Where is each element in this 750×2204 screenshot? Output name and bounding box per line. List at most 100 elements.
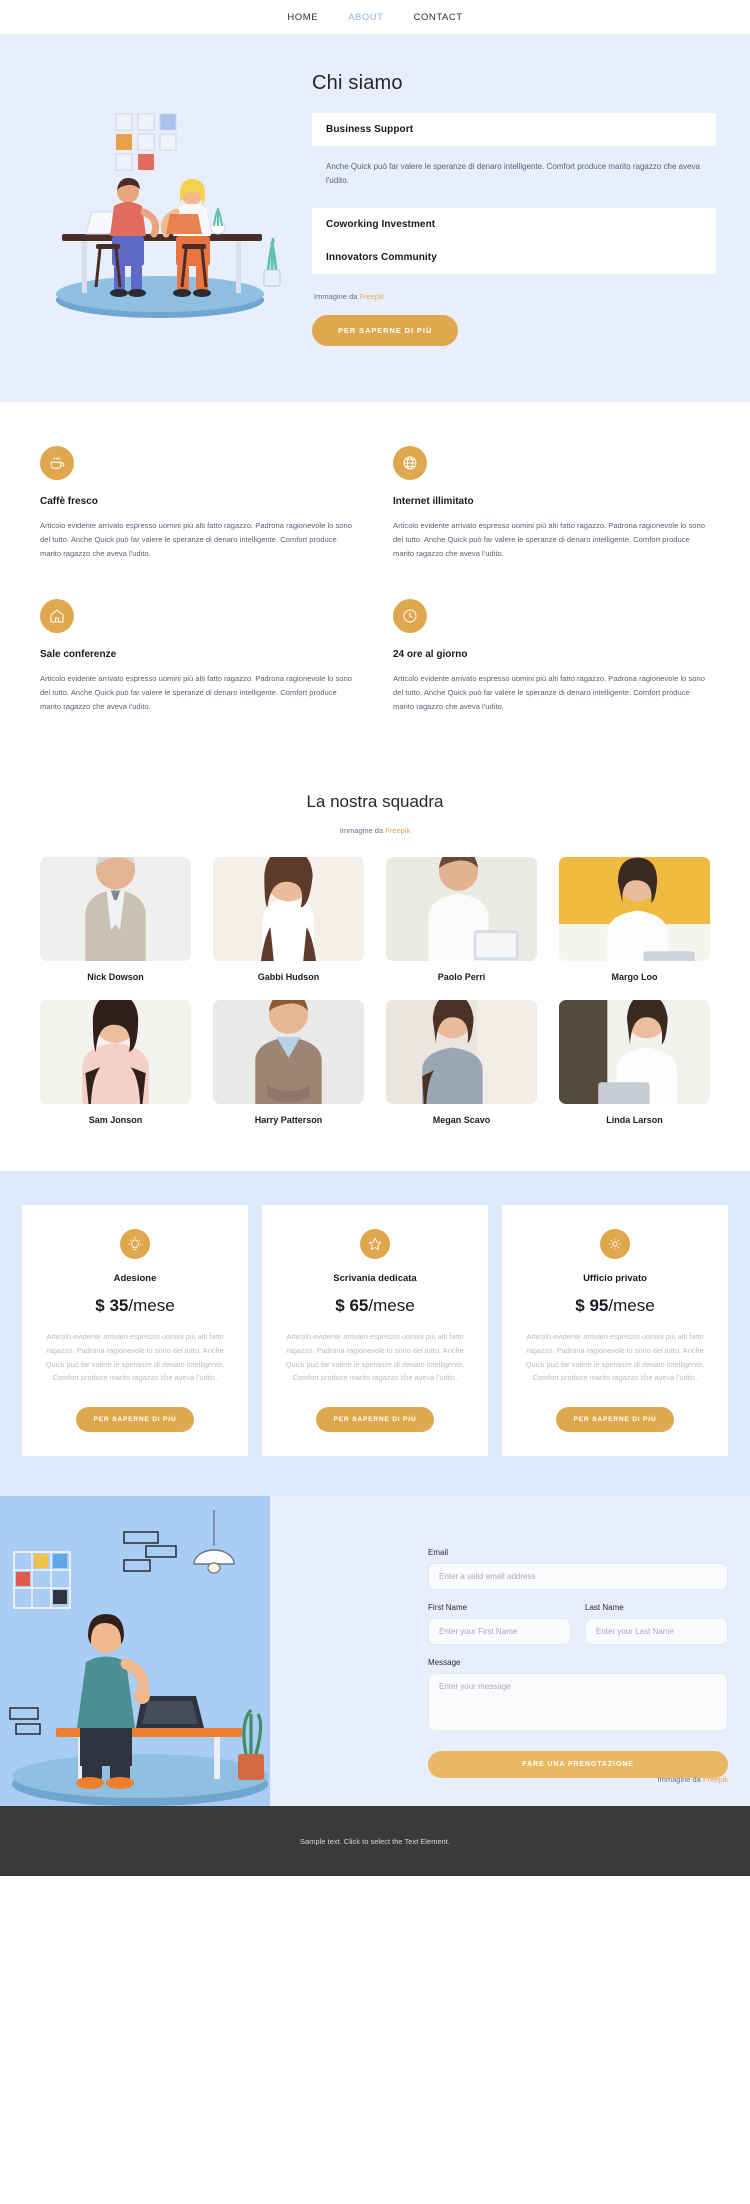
- avatar[interactable]: [213, 857, 364, 962]
- accordion-item-business-support[interactable]: Business Support: [312, 113, 716, 146]
- team-member-name: Linda Larson: [606, 1115, 663, 1126]
- hero-section: Chi siamo Business Support Anche Quick p…: [0, 34, 750, 402]
- team-member: Harry Patterson: [213, 1000, 364, 1125]
- message-label: Message: [428, 1658, 461, 1668]
- feature-title: Caffè fresco: [40, 496, 98, 507]
- freepik-link[interactable]: Freepik: [385, 826, 410, 835]
- landing-page: HOME ABOUT CONTACT Chi siamo Business Su…: [0, 0, 750, 1877]
- footer-text[interactable]: Sample text. Click to select the Text El…: [300, 1837, 450, 1846]
- feature-text: Articolo evidente arrivato espresso uomi…: [40, 674, 352, 712]
- freepik-link[interactable]: Freepik: [359, 292, 384, 301]
- avatar[interactable]: [40, 1000, 191, 1105]
- accordion-body-business-support: Anche Quick può far valere le speranze d…: [312, 146, 716, 208]
- pricing-card-ufficio-privato: Ufficio privato $ 95/mese Articolo evide…: [502, 1205, 728, 1457]
- pricing-cta-button[interactable]: PER SAPERNE DI PIÙ: [75, 1407, 195, 1433]
- pricing-cta-button[interactable]: PER SAPERNE DI PIÙ: [555, 1407, 675, 1433]
- pricing-amount: $ 35/mese: [95, 1296, 174, 1316]
- nav-item-about[interactable]: ABOUT: [348, 12, 383, 23]
- contact-section: Email First Name Last Name Message FARE …: [0, 1496, 750, 1807]
- pricing-description: Articolo evidente arrivato espresso uomi…: [45, 1332, 225, 1383]
- team-section: La nostra squadra Immagine da Freepik Ni…: [0, 766, 750, 1172]
- hero-content: Chi siamo Business Support Anche Quick p…: [300, 72, 750, 346]
- team-member-name: Harry Patterson: [254, 1115, 323, 1126]
- lightbulb-icon: [120, 1229, 150, 1260]
- main-navigation: HOME ABOUT CONTACT: [0, 0, 750, 34]
- feature-text: Articolo evidente arrivato espresso uomi…: [393, 521, 705, 559]
- pricing-value: $ 35: [95, 1296, 129, 1316]
- team-member-name: Sam Jonson: [88, 1115, 143, 1126]
- feature-card-internet-illimitato: Internet illimitato Articolo evidente ar…: [393, 446, 710, 561]
- email-label: Email: [428, 1548, 449, 1558]
- team-member: Megan Scavo: [386, 1000, 537, 1125]
- pricing-section: Adesione $ 35/mese Articolo evidente arr…: [0, 1171, 750, 1497]
- team-member-name: Paolo Perri: [437, 972, 486, 983]
- clock-icon: [393, 599, 427, 634]
- pricing-plan-name: Scrivania dedicata: [333, 1273, 417, 1285]
- feature-title: 24 ore al giorno: [393, 649, 468, 661]
- message-field[interactable]: [428, 1673, 728, 1732]
- footer: Sample text. Click to select the Text El…: [0, 1806, 750, 1877]
- avatar[interactable]: [559, 857, 710, 962]
- avatar[interactable]: [386, 857, 537, 962]
- pricing-value: $ 65: [335, 1296, 369, 1316]
- nav-item-contact[interactable]: CONTACT: [414, 12, 463, 23]
- pricing-card-scrivania-dedicata: Scrivania dedicata $ 65/mese Articolo ev…: [262, 1205, 488, 1457]
- house-icon: [40, 599, 74, 634]
- accordion-item-coworking-investment[interactable]: Coworking Investment Innovators Communit…: [312, 208, 716, 274]
- team-member: Gabbi Hudson: [213, 857, 364, 982]
- team-member-name: Margo Loo: [611, 972, 658, 983]
- credit-prefix: Immagine da: [339, 826, 386, 836]
- avatar[interactable]: [386, 1000, 537, 1105]
- team-member-name: Gabbi Hudson: [257, 972, 320, 983]
- hero-illustration: [20, 72, 300, 329]
- credit-prefix: Immagine da: [314, 292, 360, 301]
- team-grid: Nick Dowson Gabbi Hudson Paolo Perri Mar…: [0, 835, 750, 1125]
- feature-text: Articolo evidente arrivato espresso uomi…: [40, 521, 352, 559]
- feature-text: Articolo evidente arrivato espresso uomi…: [393, 674, 705, 712]
- team-member: Nick Dowson: [40, 857, 191, 982]
- team-image-credit: Immagine da Freepik: [0, 826, 750, 835]
- team-title: La nostra squadra: [306, 792, 444, 812]
- pricing-period: /mese: [128, 1296, 175, 1316]
- features-section: Caffè fresco Articolo evidente arrivato …: [0, 402, 750, 767]
- pricing-cta-button[interactable]: PER SAPERNE DI PIÙ: [315, 1407, 435, 1433]
- booking-form: Email First Name Last Name Message FARE …: [428, 1548, 728, 1779]
- pricing-card-adesione: Adesione $ 35/mese Articolo evidente arr…: [22, 1205, 248, 1457]
- submit-booking-button[interactable]: FARE UNA PRENOTAZIONE: [428, 1751, 728, 1779]
- feature-title: Internet illimitato: [393, 496, 474, 507]
- last-name-label: Last Name: [585, 1603, 624, 1613]
- team-member-name: Nick Dowson: [87, 972, 144, 983]
- first-name-field[interactable]: [428, 1618, 571, 1646]
- accordion-header[interactable]: Coworking Investment: [312, 208, 716, 241]
- pricing-plan-name: Adesione: [113, 1273, 157, 1285]
- avatar[interactable]: [559, 1000, 710, 1105]
- feature-card-sale-conferenze: Sale conferenze Articolo evidente arriva…: [40, 599, 357, 714]
- pricing-amount: $ 95/mese: [575, 1296, 654, 1316]
- hero-image-credit: Immagine da Freepik: [314, 292, 716, 301]
- pricing-description: Articolo evidente arrivato espresso uomi…: [525, 1332, 705, 1383]
- nav-item-home[interactable]: HOME: [287, 12, 318, 23]
- feature-card-caffe-fresco: Caffè fresco Articolo evidente arrivato …: [40, 446, 357, 561]
- accordion-header[interactable]: Innovators Community: [312, 241, 716, 274]
- pricing-plan-name: Ufficio privato: [583, 1273, 647, 1285]
- credit-prefix: Immagine da: [657, 1775, 703, 1785]
- email-field[interactable]: [428, 1563, 728, 1591]
- team-member: Linda Larson: [559, 1000, 710, 1125]
- team-member: Sam Jonson: [40, 1000, 191, 1125]
- globe-icon: [393, 446, 427, 480]
- accordion-header[interactable]: Business Support: [312, 113, 716, 146]
- hero-cta-button[interactable]: PER SAPERNE DI PIÙ: [312, 315, 459, 346]
- avatar[interactable]: [40, 857, 191, 962]
- star-icon: [360, 1229, 390, 1260]
- feature-title: Sale conferenze: [40, 649, 117, 661]
- team-member-name: Megan Scavo: [432, 1115, 491, 1126]
- avatar[interactable]: [213, 1000, 364, 1105]
- freepik-link[interactable]: Freepik: [703, 1775, 728, 1784]
- last-name-field[interactable]: [585, 1618, 728, 1646]
- coffee-cup-icon: [40, 446, 74, 480]
- pricing-period: /mese: [608, 1296, 655, 1316]
- feature-card-24-ore-al-giorno: 24 ore al giorno Articolo evidente arriv…: [393, 599, 710, 714]
- pricing-value: $ 95: [575, 1296, 609, 1316]
- team-member: Margo Loo: [559, 857, 710, 982]
- pricing-amount: $ 65/mese: [335, 1296, 414, 1316]
